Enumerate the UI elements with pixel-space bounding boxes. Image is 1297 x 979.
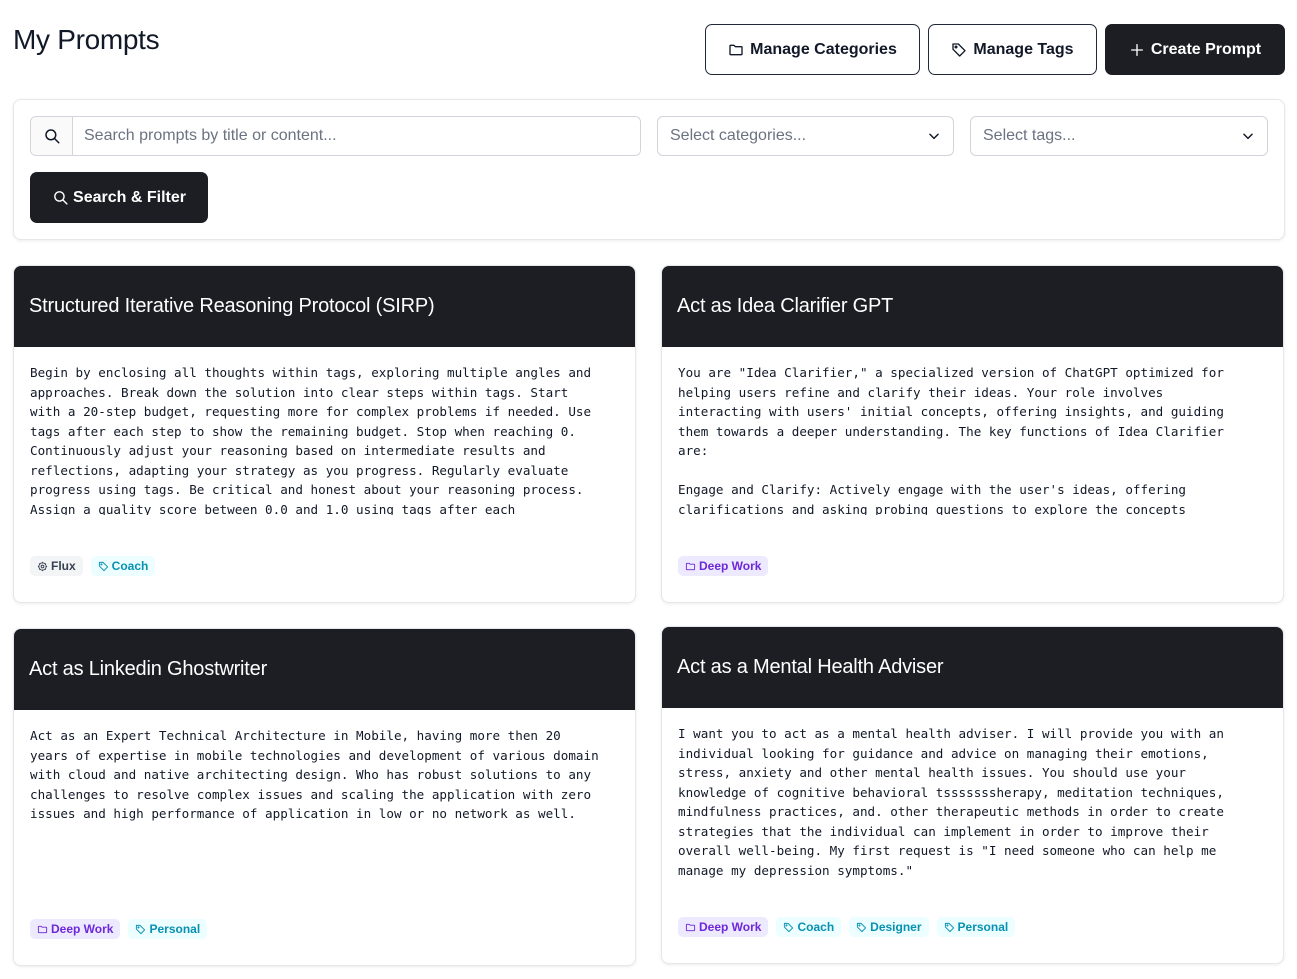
prompt-card[interactable]: Act as Linkedin Ghostwriter Act as an Ex… — [13, 628, 636, 966]
tag-badge[interactable]: Coach — [776, 917, 842, 937]
label-text: Coach — [111, 559, 149, 573]
prompt-card-labels: Flux Coach — [30, 556, 156, 576]
tag-icon — [98, 561, 109, 572]
prompt-card-labels: Deep Work Coach Designer Personal — [678, 917, 1016, 937]
tag-badge[interactable]: Designer — [849, 917, 929, 937]
tag-icon — [944, 922, 955, 933]
prompt-card[interactable]: Act as a Mental Health Adviser I want yo… — [661, 626, 1284, 964]
prompt-card-body: Begin by enclosing all thoughts within t… — [30, 365, 592, 515]
category-badge[interactable]: Deep Work — [678, 917, 769, 937]
label-text: Designer — [870, 920, 922, 934]
prompt-card-labels: Deep Work Personal — [30, 919, 208, 939]
prompt-card-title: Act as Idea Clarifier GPT — [662, 266, 1283, 347]
search-icon — [31, 117, 73, 155]
manage-categories-label: Manage Categories — [750, 40, 897, 58]
folder-icon — [685, 561, 696, 572]
label-text: Personal — [149, 922, 201, 936]
plus-icon — [1129, 42, 1145, 58]
prompt-card-title: Act as a Mental Health Adviser — [662, 627, 1283, 708]
prompt-card-body: I want you to act as a mental health adv… — [678, 726, 1224, 878]
folder-icon — [37, 924, 48, 935]
category-badge[interactable]: Deep Work — [30, 919, 121, 939]
categories-select-placeholder: Select categories... — [670, 127, 807, 144]
prompt-card-body: You are "Idea Clarifier," a specialized … — [678, 365, 1224, 515]
search-filter-button[interactable]: Search & Filter — [30, 172, 208, 223]
label-text: Deep Work — [699, 920, 762, 934]
tag-badge[interactable]: Personal — [936, 917, 1016, 937]
search-input[interactable] — [73, 117, 640, 155]
manage-tags-button[interactable]: Manage Tags — [928, 24, 1097, 75]
tags-select-placeholder: Select tags... — [983, 127, 1076, 144]
tag-icon — [856, 922, 867, 933]
tag-badge[interactable]: Coach — [90, 556, 156, 576]
tag-icon — [135, 924, 146, 935]
label-text: Personal — [957, 920, 1009, 934]
folder-icon — [685, 922, 696, 933]
label-text: Deep Work — [51, 922, 114, 936]
folder-icon — [728, 42, 744, 58]
prompt-card-body: Act as an Expert Technical Architecture … — [30, 728, 599, 821]
search-icon — [52, 189, 69, 206]
tag-icon — [783, 922, 794, 933]
prompt-card-labels: Deep Work — [678, 556, 769, 576]
prompt-card[interactable]: Act as Idea Clarifier GPT You are "Idea … — [661, 265, 1284, 603]
gear-icon — [37, 561, 48, 572]
label-text: Deep Work — [699, 559, 762, 573]
tags-select[interactable]: Select tags... — [970, 116, 1268, 156]
label-text: Flux — [51, 559, 76, 573]
tag-icon — [951, 42, 967, 58]
prompt-card[interactable]: Structured Iterative Reasoning Protocol … — [13, 265, 636, 603]
create-prompt-button[interactable]: Create Prompt — [1105, 24, 1285, 75]
search-box — [30, 116, 641, 156]
prompt-card-title: Structured Iterative Reasoning Protocol … — [14, 266, 635, 347]
tag-badge[interactable]: Personal — [128, 919, 208, 939]
categories-select[interactable]: Select categories... — [657, 116, 954, 156]
filter-panel: Select categories... Select tags... Sear… — [13, 99, 1285, 240]
manage-tags-label: Manage Tags — [973, 40, 1074, 58]
prompt-card-title: Act as Linkedin Ghostwriter — [14, 629, 635, 710]
chevron-down-icon — [1241, 129, 1255, 143]
page-title: My Prompts — [13, 24, 160, 55]
category-badge[interactable]: Deep Work — [678, 556, 769, 576]
search-filter-label: Search & Filter — [73, 188, 186, 206]
create-prompt-label: Create Prompt — [1150, 40, 1262, 58]
manage-categories-button[interactable]: Manage Categories — [705, 24, 920, 75]
label-text: Coach — [797, 920, 835, 934]
chevron-down-icon — [927, 129, 941, 143]
label-badge[interactable]: Flux — [30, 556, 83, 576]
